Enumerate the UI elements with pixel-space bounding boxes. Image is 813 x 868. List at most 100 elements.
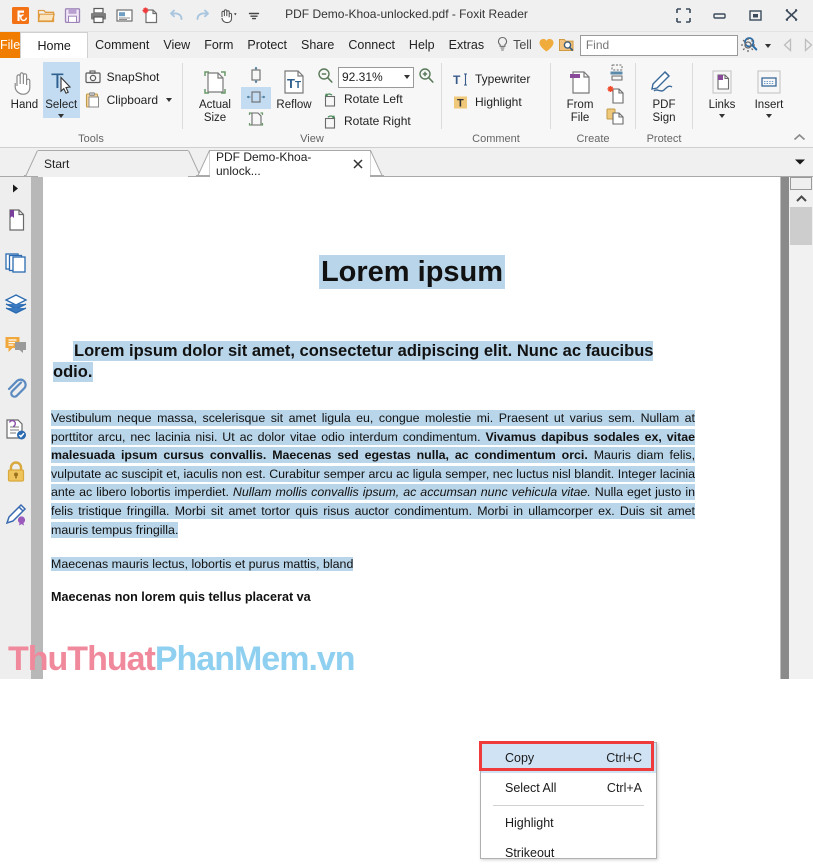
email-icon[interactable]: [112, 3, 136, 27]
search-document-icon[interactable]: [557, 34, 577, 56]
rotate-left-button[interactable]: Rotate Left: [317, 88, 435, 110]
save-icon[interactable]: [60, 3, 84, 27]
fullscreen-icon[interactable]: [665, 3, 701, 27]
previous-page-icon[interactable]: [778, 34, 798, 56]
zoom-level-value: 92.31%: [342, 70, 383, 84]
redo-icon[interactable]: [190, 3, 214, 27]
security-lock-icon[interactable]: [2, 451, 30, 493]
print-icon[interactable]: [86, 3, 110, 27]
context-menu[interactable]: Copy Ctrl+C Select All Ctrl+A Highlight …: [479, 741, 657, 860]
select-dropdown-icon[interactable]: [58, 114, 65, 118]
context-menu-item-highlight[interactable]: Highlight: [481, 808, 656, 838]
favorite-heart-icon[interactable]: [537, 34, 557, 56]
open-icon[interactable]: [34, 3, 58, 27]
settings-dropdown-icon[interactable]: [758, 34, 778, 56]
clipboard-button[interactable]: Clipboard: [80, 89, 176, 111]
create-from-file-button[interactable]: From File: [557, 62, 603, 125]
new-blank-icon[interactable]: [138, 3, 162, 27]
customize-toolbar-icon[interactable]: [242, 3, 266, 27]
menu-item-extras[interactable]: Extras: [442, 32, 491, 58]
menu-item-protect[interactable]: Protect: [240, 32, 294, 58]
scroll-up-icon[interactable]: [790, 191, 812, 206]
comments-icon[interactable]: [2, 325, 30, 367]
insert-button[interactable]: Insert: [745, 62, 793, 118]
menu-item-view[interactable]: View: [156, 32, 197, 58]
context-menu-item-strikeout[interactable]: Strikeout: [481, 838, 656, 868]
select-tool-button[interactable]: T Select: [42, 62, 80, 118]
layers-icon[interactable]: [2, 283, 30, 325]
context-menu-highlight-label: Highlight: [505, 816, 554, 830]
clipboard-dropdown-icon[interactable]: [166, 98, 172, 102]
menu-item-home[interactable]: Home: [20, 32, 89, 58]
zoom-dropdown-icon[interactable]: [404, 75, 410, 79]
pdf-sign-button[interactable]: PDF Sign: [642, 62, 686, 125]
menu-item-help[interactable]: Help: [402, 32, 442, 58]
typewriter-button[interactable]: T Typewriter: [448, 68, 534, 90]
create-from-scanner-button[interactable]: [603, 64, 629, 84]
hand-tool-button[interactable]: Hand: [6, 62, 43, 112]
pdf-page[interactable]: Lorem ipsum Lorem ipsum dolor sit amet, …: [43, 177, 781, 679]
scrollbar-track[interactable]: [790, 177, 813, 679]
collapse-ribbon-icon[interactable]: [791, 129, 807, 145]
context-menu-item-select-all[interactable]: Select All Ctrl+A: [481, 773, 656, 803]
create-from-clipboard-button[interactable]: [603, 107, 629, 128]
context-menu-separator: [493, 805, 644, 806]
menu-item-comment[interactable]: Comment: [88, 32, 156, 58]
zoom-out-icon[interactable]: [317, 67, 334, 87]
scrollbar-thumb[interactable]: [790, 207, 812, 245]
menu-item-file[interactable]: File: [0, 32, 21, 58]
links-button[interactable]: Links: [699, 62, 745, 118]
context-menu-item-copy[interactable]: Copy Ctrl+C: [481, 743, 656, 773]
hand-tool-icon[interactable]: [216, 3, 240, 27]
close-icon[interactable]: [773, 3, 809, 27]
next-page-icon[interactable]: [798, 34, 813, 56]
comment-small-buttons: T Typewriter T Highlight: [448, 62, 534, 113]
page-view-pane[interactable]: Lorem ipsum Lorem ipsum dolor sit amet, …: [31, 177, 781, 679]
tab-close-icon[interactable]: [351, 157, 364, 171]
vertical-scrollbar[interactable]: [780, 177, 813, 679]
from-file-label: From File: [566, 99, 594, 124]
fit-buttons-group: [241, 62, 271, 131]
menu-item-form[interactable]: Form: [197, 32, 240, 58]
select-text-icon: T: [46, 65, 76, 99]
create-blank-button[interactable]: [603, 85, 629, 106]
menu-item-connect[interactable]: Connect: [341, 32, 402, 58]
pdf-sign-icon: [648, 65, 680, 99]
foxit-logo-icon[interactable]: [8, 3, 32, 27]
ribbon-group-protect: PDF Sign Protect: [636, 58, 692, 147]
insert-dropdown-icon[interactable]: [766, 114, 772, 118]
lightbulb-icon: [496, 36, 509, 55]
settings-gear-icon[interactable]: [738, 34, 758, 56]
links-dropdown-icon[interactable]: [719, 114, 725, 118]
bookmarks-icon[interactable]: [2, 199, 30, 241]
search-input[interactable]: [583, 38, 743, 52]
find-box[interactable]: [579, 34, 758, 56]
fit-width-button[interactable]: [241, 87, 271, 109]
scrollbar-top-box[interactable]: [790, 177, 812, 190]
highlight-button[interactable]: T Highlight: [448, 91, 534, 113]
maximize-icon[interactable]: [737, 3, 773, 27]
zoom-in-icon[interactable]: [418, 67, 435, 87]
tab-start[interactable]: Start: [24, 149, 202, 177]
fit-visible-button[interactable]: [241, 109, 271, 131]
undo-icon[interactable]: [164, 3, 188, 27]
attachments-icon[interactable]: [2, 367, 30, 409]
rotate-right-button[interactable]: Rotate Right: [317, 110, 435, 132]
tab-document[interactable]: PDF Demo-Khoa-unlock...: [196, 149, 384, 178]
menu-item-share[interactable]: Share: [294, 32, 341, 58]
tell-me-button[interactable]: Tell: [491, 36, 537, 55]
svg-text:T: T: [457, 97, 464, 109]
reflow-button[interactable]: TT Reflow: [271, 62, 317, 112]
snapshot-button[interactable]: SnapShot: [80, 66, 176, 88]
actual-size-button[interactable]: Actual Size: [189, 62, 241, 125]
fit-page-button[interactable]: [241, 65, 271, 87]
reflow-label: Reflow: [276, 99, 312, 111]
expand-navigation-icon[interactable]: [0, 177, 31, 199]
minimize-icon[interactable]: [701, 3, 737, 27]
tab-list-dropdown-icon[interactable]: [793, 156, 807, 168]
digital-signature-panel-icon[interactable]: [2, 409, 30, 451]
zoom-level-input[interactable]: 92.31%: [338, 66, 414, 88]
page-thumbnails-icon[interactable]: [2, 241, 30, 283]
rotate-left-icon: [321, 90, 339, 108]
sign-icon[interactable]: [2, 493, 30, 535]
